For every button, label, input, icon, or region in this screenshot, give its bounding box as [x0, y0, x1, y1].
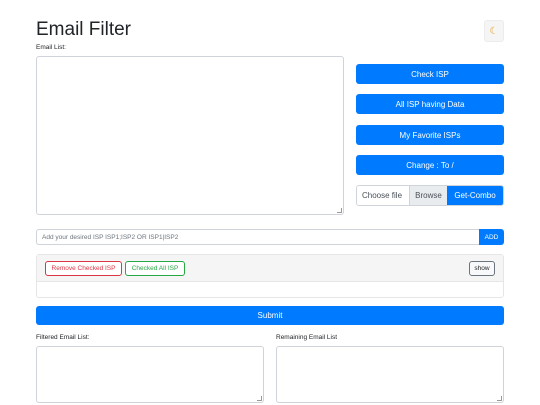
filtered-list-label: Filtered Email List:: [36, 334, 90, 341]
isp-panel: Remove Checked ISP Checked All ISP show: [36, 254, 504, 298]
remove-checked-isp-button[interactable]: Remove Checked ISP: [45, 261, 122, 276]
check-isp-button[interactable]: Check ISP: [356, 64, 504, 84]
email-list-textarea[interactable]: [36, 56, 344, 215]
show-button[interactable]: show: [469, 261, 495, 276]
isp-input[interactable]: Add your desired ISP ISP1;ISP2 OR ISP1|I…: [36, 229, 479, 245]
browse-button[interactable]: Browse: [409, 186, 447, 205]
remaining-email-textarea[interactable]: [276, 346, 504, 403]
add-isp-button[interactable]: ADD: [479, 229, 504, 245]
choose-file-label[interactable]: Choose file: [357, 186, 409, 205]
email-list-label: Email List:: [36, 44, 66, 51]
page-title: Email Filter: [36, 19, 132, 40]
checked-all-isp-button[interactable]: Checked All ISP: [125, 261, 185, 276]
favorite-isps-button[interactable]: My Favorite ISPs: [356, 125, 504, 145]
theme-toggle-button[interactable]: ☾: [484, 20, 504, 42]
submit-button[interactable]: Submit: [36, 306, 504, 325]
resize-grip-icon[interactable]: [497, 396, 502, 401]
remaining-list-label: Remaining Email List: [276, 334, 338, 341]
all-isp-data-button[interactable]: All ISP having Data: [356, 94, 504, 114]
resize-grip-icon[interactable]: [257, 396, 262, 401]
filtered-email-textarea[interactable]: [36, 346, 264, 403]
get-combo-button[interactable]: Get-Combo: [447, 186, 503, 205]
change-button[interactable]: Change : To /: [356, 155, 504, 175]
isp-panel-header: Remove Checked ISP Checked All ISP show: [37, 255, 503, 282]
file-input-group[interactable]: Choose file Browse Get-Combo: [356, 185, 504, 206]
moon-icon: ☾: [489, 25, 499, 37]
resize-grip-icon[interactable]: [337, 208, 342, 213]
